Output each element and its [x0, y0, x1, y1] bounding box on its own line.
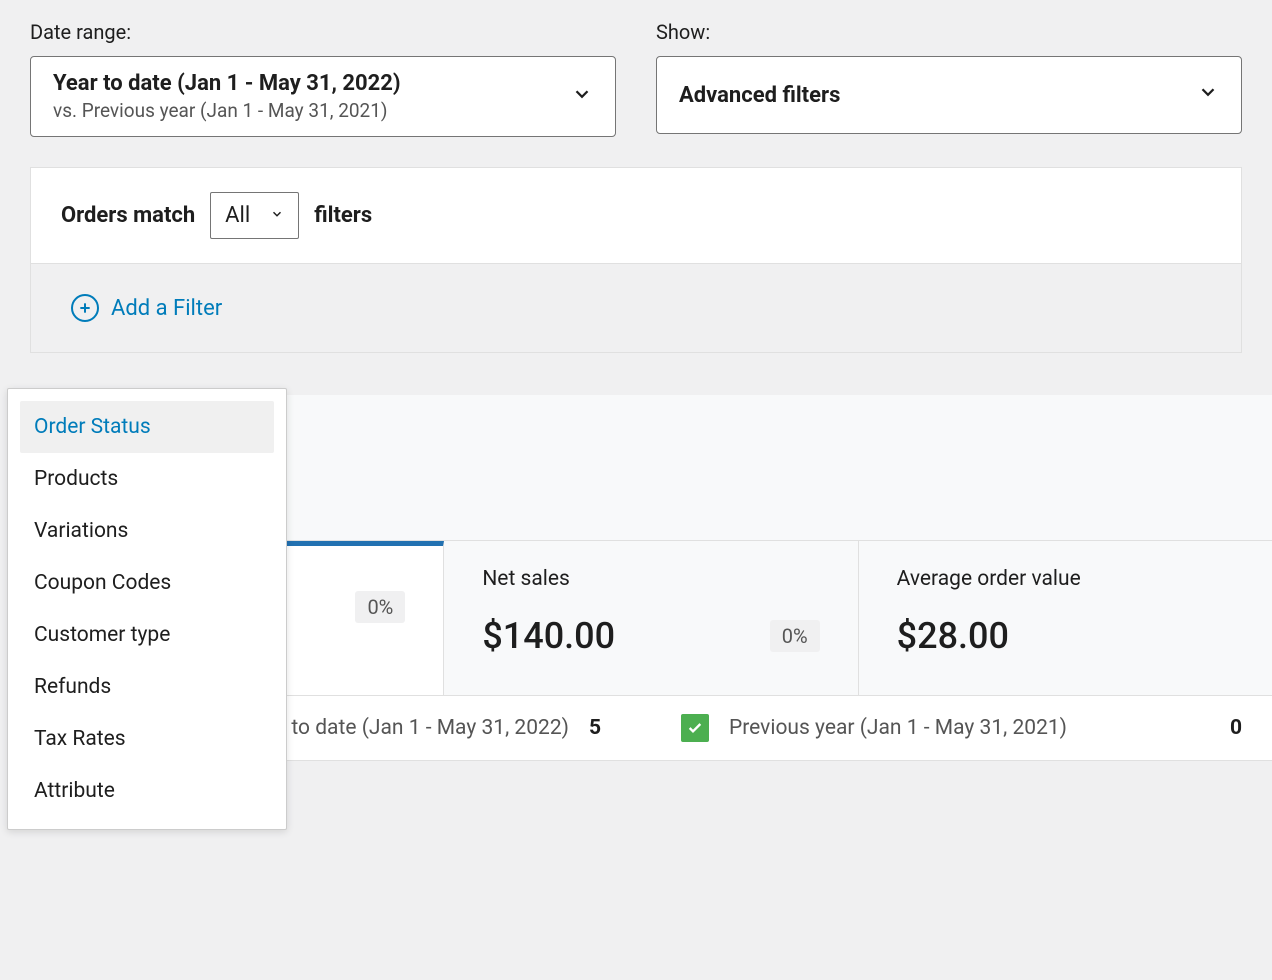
- stat-title: Average order value: [897, 567, 1234, 591]
- dropdown-item-tax-rates[interactable]: Tax Rates: [20, 713, 274, 765]
- stat-value: $140.00: [482, 615, 615, 657]
- stat-card[interactable]: Average order value $28.00: [859, 541, 1272, 695]
- dropdown-item-customer-type[interactable]: Customer type: [20, 609, 274, 661]
- dropdown-item-attribute[interactable]: Attribute: [20, 765, 274, 817]
- compare-current-label: to date (Jan 1 - May 31, 2022): [291, 716, 569, 740]
- chevron-down-icon: [270, 207, 284, 225]
- stat-badge: 0%: [355, 591, 405, 623]
- show-title: Advanced filters: [679, 83, 840, 108]
- plus-circle-icon: [71, 294, 99, 322]
- orders-match-suffix: filters: [314, 203, 372, 228]
- orders-match-prefix: Orders match: [61, 203, 195, 228]
- dropdown-item-coupon-codes[interactable]: Coupon Codes: [20, 557, 274, 609]
- chevron-down-icon: [1197, 81, 1219, 109]
- stat-card[interactable]: Net sales $140.00 0%: [444, 541, 858, 695]
- add-filter-button[interactable]: Add a Filter: [31, 264, 1241, 352]
- compare-previous-label: Previous year (Jan 1 - May 31, 2021): [729, 716, 1067, 740]
- compare-previous-value: 0: [1230, 716, 1272, 740]
- dropdown-item-variations[interactable]: Variations: [20, 505, 274, 557]
- date-range-label: Date range:: [30, 20, 616, 44]
- match-select-value: All: [225, 203, 250, 228]
- date-range-subtitle: vs. Previous year (Jan 1 - May 31, 2021): [53, 99, 401, 122]
- dropdown-item-refunds[interactable]: Refunds: [20, 661, 274, 713]
- compare-current-value: 5: [589, 716, 631, 740]
- date-range-picker[interactable]: Year to date (Jan 1 - May 31, 2022) vs. …: [30, 56, 616, 137]
- orders-match-row: Orders match All filters: [31, 168, 1241, 264]
- add-filter-label: Add a Filter: [111, 296, 222, 321]
- chevron-down-icon: [571, 83, 593, 111]
- match-select[interactable]: All: [210, 192, 299, 239]
- show-picker[interactable]: Advanced filters: [656, 56, 1242, 134]
- show-label: Show:: [656, 20, 1242, 44]
- stat-value: $28.00: [897, 615, 1009, 657]
- filter-dropdown: Order Status Products Variations Coupon …: [7, 388, 287, 830]
- stat-badge: 0%: [770, 620, 820, 652]
- date-range-title: Year to date (Jan 1 - May 31, 2022): [53, 71, 401, 96]
- stat-title: Net sales: [482, 567, 819, 591]
- dropdown-item-order-status[interactable]: Order Status: [20, 401, 274, 453]
- check-icon[interactable]: [681, 714, 709, 742]
- dropdown-item-products[interactable]: Products: [20, 453, 274, 505]
